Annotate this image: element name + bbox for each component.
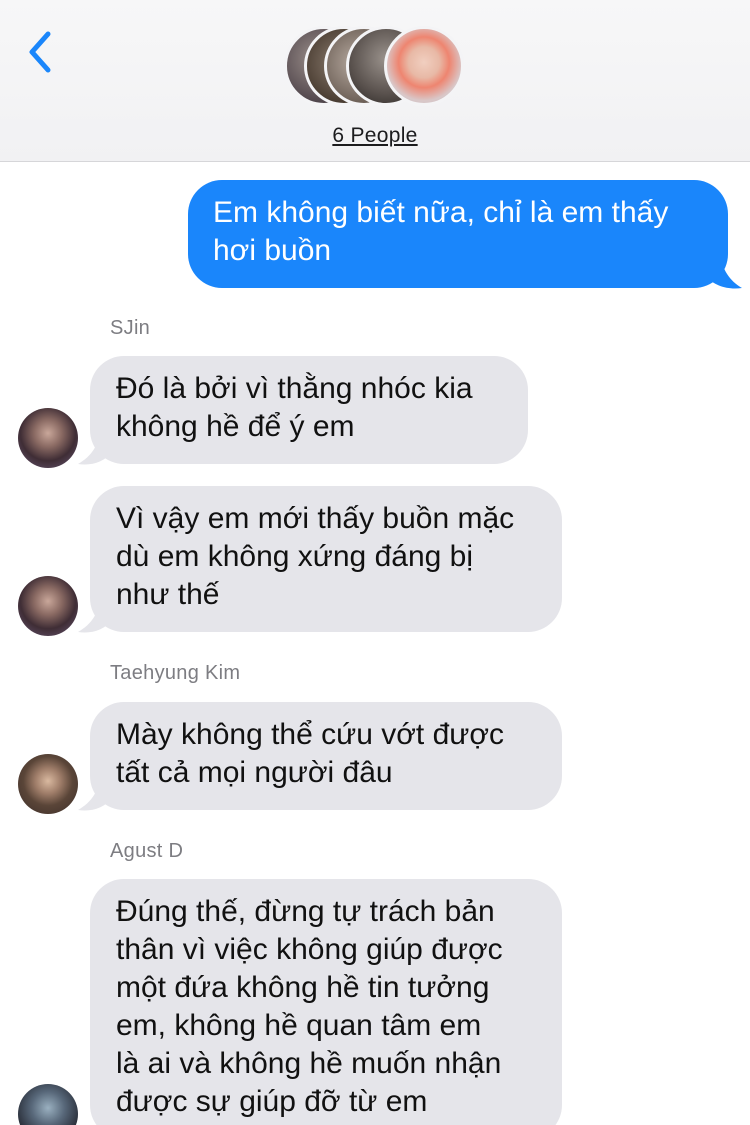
message-line: thân vì việc không giúp được: [116, 933, 503, 966]
message-thread[interactable]: Em không biết nữa, chỉ là em thấy hơi bu…: [0, 162, 750, 1125]
message-line: là ai và không hề muốn nhận: [116, 1047, 502, 1080]
message-line: Em không biết nữa, chỉ là em thấy: [213, 196, 669, 229]
sender-avatar[interactable]: [18, 408, 78, 468]
sender-avatar[interactable]: [18, 576, 78, 636]
message-line: được sự giúp đỡ từ em: [116, 1085, 428, 1118]
sender-avatar[interactable]: [18, 754, 78, 814]
sender-name: SJin: [110, 317, 151, 339]
message-line: dù em không xứng đáng bị: [116, 540, 473, 573]
message-line: Mày không thể cứu vớt được: [116, 718, 505, 751]
message-line: Đúng thế, đừng tự trách bản: [116, 895, 495, 928]
message-line: không hề để ý em: [116, 410, 355, 443]
message-line: hơi buồn: [213, 234, 332, 267]
sender-avatar[interactable]: [18, 1084, 78, 1125]
group-avatar-stack[interactable]: [284, 26, 468, 110]
group-people-link[interactable]: 6 People: [0, 124, 750, 148]
chevron-left-icon: [29, 31, 51, 73]
message-line: tất cả mọi người đâu: [116, 756, 393, 789]
outgoing-message-bubble[interactable]: Em không biết nữa, chỉ là em thấy hơi bu…: [188, 180, 728, 288]
back-button[interactable]: [22, 28, 62, 76]
incoming-message-bubble[interactable]: Đó là bởi vì thằng nhóc kia không hề để …: [90, 356, 528, 464]
incoming-message-bubble[interactable]: Đúng thế, đừng tự trách bản thân vì việc…: [90, 879, 562, 1125]
incoming-message-bubble[interactable]: Vì vậy em mới thấy buồn mặc dù em không …: [90, 486, 562, 632]
message-line: một đứa không hề tin tưởng: [116, 971, 490, 1004]
sender-name: Taehyung Kim: [110, 662, 241, 684]
message-line: Đó là bởi vì thằng nhóc kia: [116, 372, 473, 405]
message-line: Vì vậy em mới thấy buồn mặc: [116, 502, 515, 535]
incoming-message-bubble[interactable]: Mày không thể cứu vớt được tất cả mọi ng…: [90, 702, 562, 810]
message-line: như thế: [116, 578, 220, 611]
conversation-header: 6 People: [0, 0, 750, 162]
group-member-avatar: [384, 26, 464, 106]
sender-name: Agust D: [110, 840, 184, 862]
message-line: em, không hề quan tâm em: [116, 1009, 482, 1042]
